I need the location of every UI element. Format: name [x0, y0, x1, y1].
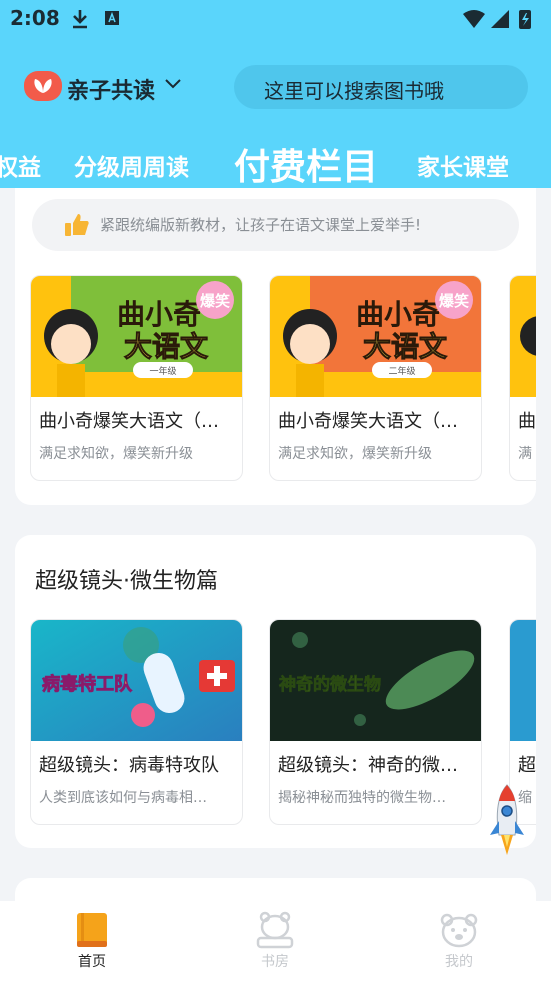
- nav-study[interactable]: 书房: [230, 911, 320, 976]
- nav-label: 首页: [78, 954, 106, 970]
- book-cover: 一年级 曲小奇 大语文 爆笑: [31, 276, 242, 397]
- book-card[interactable]: 二年级 曲小奇 大语文 爆笑 曲小奇爆笑大语文（… 满足求知欲，爆笑新升级: [269, 275, 482, 481]
- nav-label: 我的: [445, 954, 473, 970]
- tab-rights[interactable]: 权益: [0, 148, 41, 182]
- section-title: 超级镜头·微生物篇: [35, 569, 218, 594]
- book-subtitle: 人类到底该如何与病毒相…: [39, 790, 207, 806]
- cover-grade: 一年级: [149, 365, 176, 377]
- app-notification-icon: [105, 11, 119, 25]
- book-cover: 神奇的微生物: [270, 620, 481, 741]
- book-cover: [510, 620, 536, 741]
- book-title: 超级镜头：神奇的微…: [278, 755, 458, 776]
- status-bar: 2:08: [0, 0, 551, 40]
- download-icon: [73, 10, 87, 29]
- status-icons: [463, 10, 531, 29]
- book-card[interactable]: 病毒特工队 超级镜头：病毒特攻队 人类到底该如何与病毒相…: [30, 619, 243, 825]
- book-icon: [77, 913, 107, 947]
- bottom-tab-bar: 首页 书房 我的: [0, 901, 551, 981]
- book-subtitle: 满足求知欲，爆笑新升级: [278, 446, 432, 462]
- book-card[interactable]: 曲 满: [509, 275, 536, 481]
- cover-badge: 爆笑: [200, 292, 230, 310]
- nav-label: 书房: [261, 954, 289, 970]
- book-subtitle: 揭秘神秘而独特的微生物…: [278, 790, 446, 806]
- notice-text: 紧跟统编版新教材，让孩子在语文课堂上爱举手!: [100, 216, 422, 234]
- section-card-microbes: 超级镜头·微生物篇 病毒特工队 超级镜头：病毒特攻队 人类到底该如何与病毒相… …: [15, 535, 536, 848]
- book-title: 超级镜头：病毒特攻队: [39, 755, 219, 776]
- book-card[interactable]: 神奇的微生物 超级镜头：神奇的微… 揭秘神秘而独特的微生物…: [269, 619, 482, 825]
- tab-parent-class[interactable]: 家长课堂: [417, 148, 509, 182]
- cover-title-2: 大语文: [363, 330, 447, 363]
- app-title[interactable]: 亲子共读: [67, 73, 155, 105]
- book-title: 曲: [518, 411, 536, 432]
- cover-title: 曲小奇: [117, 298, 201, 331]
- cover-title: 曲小奇: [356, 298, 440, 331]
- book-subtitle: 满足求知欲，爆笑新升级: [39, 446, 193, 462]
- book-card[interactable]: 一年级 曲小奇 大语文 爆笑 曲小奇爆笑大语文（… 满足求知欲，爆笑新升级: [30, 275, 243, 481]
- bear-desk-icon: [256, 911, 294, 949]
- thumbs-up-icon: [65, 214, 89, 236]
- book-title: 曲小奇爆笑大语文（…: [278, 411, 458, 432]
- cover-title-2: 大语文: [124, 330, 208, 363]
- book-title: 曲小奇爆笑大语文（…: [39, 411, 219, 432]
- book-cover: 病毒特工队: [31, 620, 242, 741]
- cover-badge: 爆笑: [439, 292, 469, 310]
- book-cover: 二年级 曲小奇 大语文 爆笑: [270, 276, 481, 397]
- section-card-chinese: 紧跟统编版新教材，让孩子在语文课堂上爱举手! 一年级 曲小奇 大语文 爆笑 曲小…: [15, 188, 536, 505]
- rocket-icon[interactable]: [488, 783, 526, 857]
- status-time: 2:08: [10, 6, 60, 30]
- bear-face-icon: [440, 913, 478, 948]
- header: 2:08 亲子共读 这里可以搜索图书哦 权益 分级周周读 付费栏目 家长课堂: [0, 0, 551, 188]
- cover-grade: 二年级: [388, 365, 415, 377]
- notice-banner[interactable]: 紧跟统编版新教材，让孩子在语文课堂上爱举手!: [32, 199, 519, 251]
- chevron-down-icon[interactable]: [164, 78, 182, 90]
- book-subtitle: 满: [518, 446, 532, 462]
- search-input[interactable]: 这里可以搜索图书哦: [234, 65, 528, 109]
- tab-weekly-reading[interactable]: 分级周周读: [74, 148, 189, 182]
- leaf-logo-icon: [34, 79, 52, 93]
- cover-title: 病毒特工队: [42, 673, 133, 695]
- book-title: 超: [518, 755, 536, 776]
- app-logo[interactable]: [24, 71, 62, 101]
- cover-title: 神奇的微生物: [279, 674, 381, 695]
- book-cover: [510, 276, 536, 397]
- tab-paid-column[interactable]: 付费栏目: [234, 138, 378, 190]
- search-placeholder: 这里可以搜索图书哦: [264, 79, 444, 103]
- nav-home[interactable]: 首页: [47, 911, 137, 976]
- nav-profile[interactable]: 我的: [414, 911, 504, 976]
